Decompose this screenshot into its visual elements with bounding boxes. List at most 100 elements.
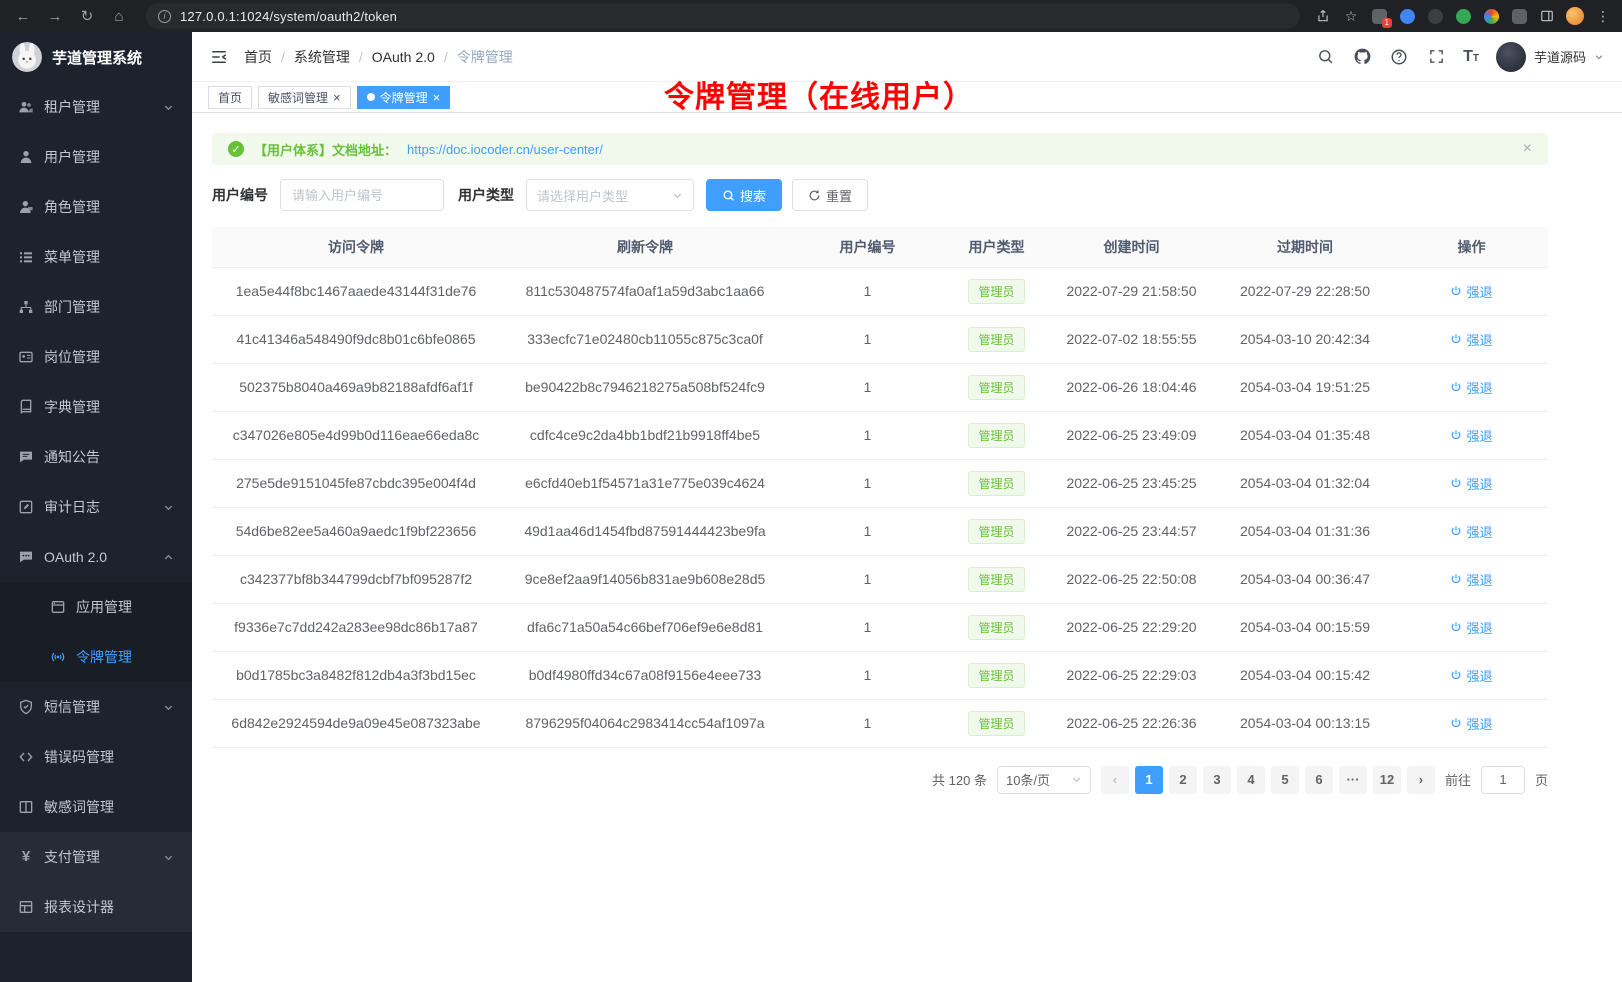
github-icon[interactable]	[1352, 47, 1372, 67]
sidebar-item-oauth[interactable]: OAuth 2.0	[0, 532, 192, 582]
page-button-5[interactable]: 5	[1271, 766, 1299, 794]
font-size-icon[interactable]: TT	[1463, 48, 1479, 66]
user-menu[interactable]: 芋道源码	[1496, 42, 1604, 72]
logo-rabbit-icon	[12, 42, 42, 72]
chevron-down-icon	[163, 502, 174, 513]
user-id-cell: 1	[790, 699, 945, 747]
force-logout-button[interactable]: 强退	[1450, 378, 1492, 397]
sidebar-item-dict[interactable]: 字典管理	[0, 382, 192, 432]
extension-green-icon[interactable]	[1454, 7, 1472, 25]
extension-grid-icon[interactable]: 1	[1370, 7, 1388, 25]
sidebar-item-notice[interactable]: 通知公告	[0, 432, 192, 482]
tab-home[interactable]: 首页	[208, 86, 252, 109]
sms-icon	[18, 699, 34, 715]
alert-close-icon[interactable]: ×	[1523, 140, 1532, 158]
app-icon	[50, 599, 66, 615]
share-icon[interactable]	[1314, 7, 1332, 25]
expire-time-cell: 2054-03-04 00:15:59	[1215, 603, 1395, 651]
app-logo[interactable]: 芋道管理系统	[0, 32, 192, 82]
force-logout-button[interactable]: 强退	[1450, 426, 1492, 445]
site-info-icon[interactable]: i	[158, 10, 171, 23]
force-logout-button[interactable]: 强退	[1450, 522, 1492, 541]
force-logout-button[interactable]: 强退	[1450, 570, 1492, 589]
page-button-12[interactable]: 12	[1373, 766, 1401, 794]
tab-token[interactable]: 令牌管理 ×	[357, 86, 451, 109]
search-button[interactable]: 搜索	[706, 179, 782, 211]
goto-page-input[interactable]	[1481, 766, 1525, 794]
search-icon[interactable]	[1315, 47, 1335, 67]
page-button-2[interactable]: 2	[1169, 766, 1197, 794]
close-icon[interactable]: ×	[333, 91, 341, 104]
collapse-menu-icon[interactable]	[210, 48, 228, 66]
page-button-4[interactable]: 4	[1237, 766, 1265, 794]
breadcrumb-home[interactable]: 首页	[244, 47, 272, 67]
close-icon[interactable]: ×	[433, 91, 441, 104]
forward-button[interactable]: →	[42, 3, 68, 29]
force-logout-button[interactable]: 强退	[1450, 666, 1492, 685]
tab-sensitive-word[interactable]: 敏感词管理 ×	[258, 86, 351, 109]
refresh-token-cell: be90422b8c7946218275a508bf524fc9	[500, 363, 790, 411]
sidebar-item-label: 菜单管理	[44, 247, 100, 267]
fullscreen-icon[interactable]	[1426, 47, 1446, 67]
sidebar-item-role[interactable]: 角色管理	[0, 182, 192, 232]
page-button-6[interactable]: 6	[1305, 766, 1333, 794]
sidebar-item-tenant[interactable]: 租户管理	[0, 82, 192, 132]
user-type-tag: 管理员	[968, 279, 1024, 304]
expire-time-cell: 2022-07-29 22:28:50	[1215, 267, 1395, 315]
expire-time-cell: 2054-03-04 00:36:47	[1215, 555, 1395, 603]
user-id-input[interactable]	[280, 179, 444, 211]
sidebar-item-dept[interactable]: 部门管理	[0, 282, 192, 332]
help-icon[interactable]	[1389, 47, 1409, 67]
user-type-select[interactable]: 请选择用户类型	[526, 179, 694, 211]
page-size-select[interactable]: 10条/页	[997, 766, 1091, 794]
user-type-tag: 管理员	[968, 375, 1024, 400]
access-token-cell: 1ea5e44f8bc1467aaede43144f31de76	[212, 267, 500, 315]
page-button-1[interactable]: 1	[1135, 766, 1163, 794]
sidebar-item-pay[interactable]: ¥ 支付管理	[0, 832, 192, 882]
sidebar-item-report-designer[interactable]: 报表设计器	[0, 882, 192, 932]
next-page-button[interactable]: ›	[1407, 766, 1435, 794]
bookmark-star-icon[interactable]: ☆	[1342, 7, 1360, 25]
reload-button[interactable]: ↻	[74, 3, 100, 29]
browser-menu-icon[interactable]: ⋮	[1594, 7, 1612, 25]
extension-dark-icon[interactable]	[1426, 7, 1444, 25]
force-logout-button[interactable]: 强退	[1450, 282, 1492, 301]
power-icon	[1450, 477, 1462, 489]
reset-button[interactable]: 重置	[792, 179, 868, 211]
access-token-cell: c342377bf8b344799dcbf7bf095287f2	[212, 555, 500, 603]
prev-page-button[interactable]: ‹	[1101, 766, 1129, 794]
sidebar-item-oauth-app[interactable]: 应用管理	[0, 582, 192, 632]
force-logout-button[interactable]: 强退	[1450, 474, 1492, 493]
sidebar-item-oauth-token[interactable]: 令牌管理	[0, 632, 192, 682]
breadcrumb-oauth[interactable]: OAuth 2.0	[372, 49, 435, 65]
sidebar-item-user[interactable]: 用户管理	[0, 132, 192, 182]
breadcrumb-system[interactable]: 系统管理	[294, 47, 350, 67]
back-button[interactable]: ←	[10, 3, 36, 29]
sidebar-item-label: 审计日志	[44, 497, 100, 517]
url-bar[interactable]: i 127.0.0.1:1024/system/oauth2/token	[146, 3, 1300, 29]
profile-avatar[interactable]	[1566, 7, 1584, 25]
sidebar-item-post[interactable]: 岗位管理	[0, 332, 192, 382]
side-panel-icon[interactable]	[1538, 7, 1556, 25]
force-logout-button[interactable]: 强退	[1450, 330, 1492, 349]
user-type-cell: 管理员	[945, 651, 1048, 699]
page-buttons: ‹ 1 2 3 4 5 6 ··· 12 ›	[1101, 766, 1435, 794]
doc-link[interactable]: https://doc.iocoder.cn/user-center/	[407, 142, 603, 157]
home-button[interactable]: ⌂	[106, 3, 132, 29]
sidebar-item-label: 支付管理	[44, 847, 100, 867]
sidebar-item-sensitive-word[interactable]: 敏感词管理	[0, 782, 192, 832]
more-pages-button[interactable]: ···	[1339, 766, 1367, 794]
sidebar-item-sms[interactable]: 短信管理	[0, 682, 192, 732]
sidebar-item-menu[interactable]: 菜单管理	[0, 232, 192, 282]
access-token-cell: f9336e7c7dd242a283ee98dc86b17a87	[212, 603, 500, 651]
sidebar-item-audit-log[interactable]: 审计日志	[0, 482, 192, 532]
extension-color-icon[interactable]	[1482, 7, 1500, 25]
force-logout-button[interactable]: 强退	[1450, 714, 1492, 733]
browser-chrome: ← → ↻ ⌂ i 127.0.0.1:1024/system/oauth2/t…	[0, 0, 1622, 32]
extension-puzzle-icon[interactable]	[1510, 7, 1528, 25]
force-logout-button[interactable]: 强退	[1450, 618, 1492, 637]
sidebar-item-errcode[interactable]: 错误码管理	[0, 732, 192, 782]
page-button-3[interactable]: 3	[1203, 766, 1231, 794]
extension-blue-icon[interactable]	[1398, 7, 1416, 25]
header-actions: TT 芋道源码	[1315, 42, 1604, 72]
